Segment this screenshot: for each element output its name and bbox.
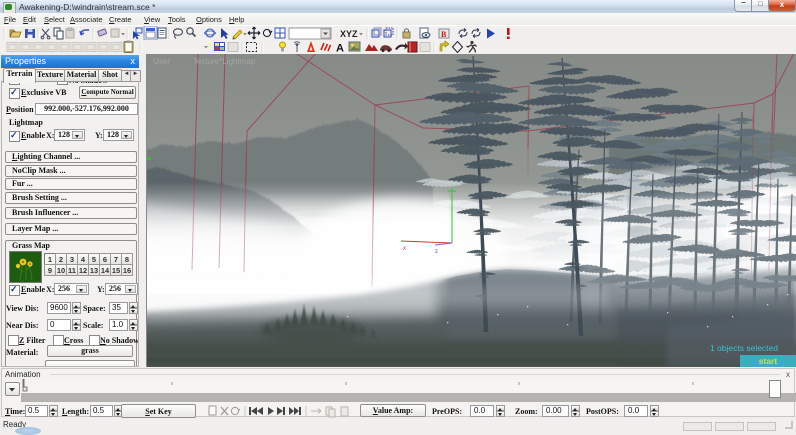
svg-text:B: B [441, 30, 447, 39]
svg-text:x: x [403, 246, 406, 252]
svg-text:A: A [336, 43, 344, 55]
svg-text:1 objects selected: 1 objects selected [710, 343, 778, 353]
svg-text:XYZ: XYZ [340, 29, 358, 39]
svg-text:z: z [435, 249, 438, 255]
svg-text:start: start [759, 356, 778, 366]
